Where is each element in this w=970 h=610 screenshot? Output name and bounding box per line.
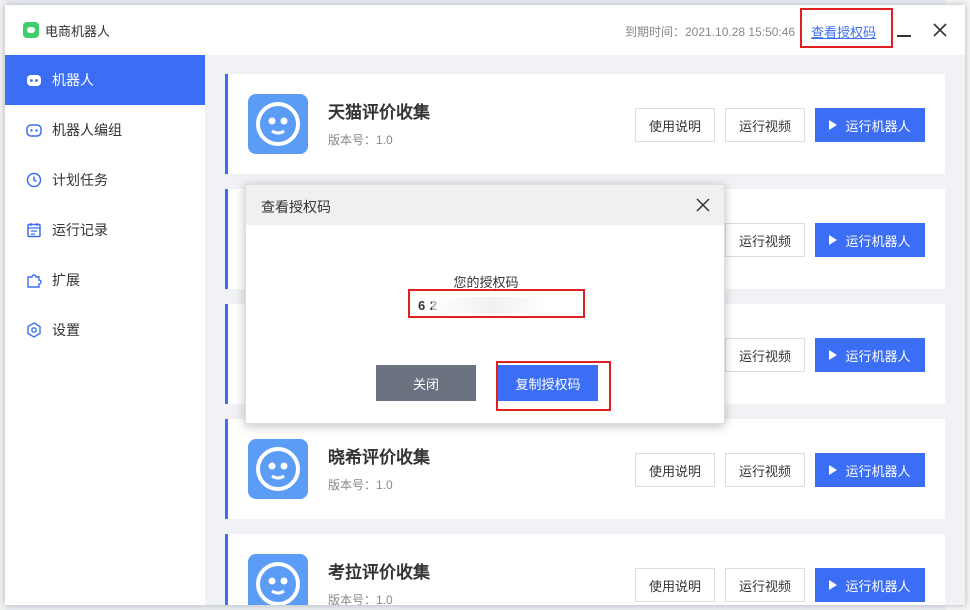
minimize-icon[interactable] [893,19,915,41]
expire-time: 到期时间：2021.10.28 15:50:46 [625,25,796,39]
robot-logo-icon [248,439,308,499]
run-robot-label: 运行机器人 [845,233,911,249]
sidebar-item-robot-group[interactable]: 机器人编组 [5,105,205,155]
robot-card: 晓希评价收集 版本号：1.0 使用说明 运行视频 运行机器人 [225,419,945,519]
app-logo-icon [23,22,39,38]
sidebar-item-label: 扩展 [52,272,80,288]
robot-icon [25,71,43,89]
video-button[interactable]: 运行视频 [725,338,805,372]
play-icon [829,120,838,130]
sidebar: 机器人 机器人编组 计划任务 运行记录 扩展 设置 [5,55,205,605]
close-icon[interactable] [929,19,951,41]
sidebar-item-run-log[interactable]: 运行记录 [5,205,205,255]
robot-version: 版本号：1.0 [328,593,393,605]
run-robot-label: 运行机器人 [845,463,911,479]
clock-icon [25,171,43,189]
guide-button[interactable]: 使用说明 [635,453,715,487]
sidebar-item-robot[interactable]: 机器人 [5,55,205,105]
guide-button[interactable]: 使用说明 [635,568,715,602]
auth-code-dialog: 查看授权码 您的授权码 6 2 关闭 复制授权码 [245,184,725,424]
play-icon [829,350,838,360]
highlight-box-copy-button [496,361,611,411]
run-robot-label: 运行机器人 [845,118,911,134]
title-bar: 电商机器人 到期时间：2021.10.28 15:50:46 查看授权码 [5,5,965,55]
run-robot-button[interactable]: 运行机器人 [815,108,925,142]
run-robot-label: 运行机器人 [845,348,911,364]
sidebar-item-label: 计划任务 [52,172,108,188]
run-robot-label: 运行机器人 [845,578,911,594]
run-robot-button[interactable]: 运行机器人 [815,338,925,372]
video-button[interactable]: 运行视频 [725,568,805,602]
robot-version: 版本号：1.0 [328,478,393,492]
run-robot-button[interactable]: 运行机器人 [815,223,925,257]
run-robot-button[interactable]: 运行机器人 [815,568,925,602]
robot-logo-icon [248,554,308,605]
highlight-box-auth-code [408,289,585,318]
sidebar-item-label: 机器人 [52,72,94,88]
app-window: 电商机器人 到期时间：2021.10.28 15:50:46 查看授权码 机器人… [5,5,965,605]
play-icon [829,235,838,245]
robot-card: 考拉评价收集 版本号：1.0 使用说明 运行视频 运行机器人 [225,534,945,605]
video-button[interactable]: 运行视频 [725,453,805,487]
video-button[interactable]: 运行视频 [725,223,805,257]
robot-title: 考拉评价收集 [328,563,430,582]
robot-group-icon [25,121,43,139]
app-title: 电商机器人 [45,24,111,39]
highlight-box-auth-link [800,8,893,48]
sidebar-item-label: 运行记录 [52,222,108,238]
gear-icon [25,321,43,339]
puzzle-icon [25,271,43,289]
video-button[interactable]: 运行视频 [725,108,805,142]
sidebar-item-label: 设置 [52,322,80,338]
sidebar-item-extension[interactable]: 扩展 [5,255,205,305]
robot-version: 版本号：1.0 [328,133,393,147]
sidebar-item-settings[interactable]: 设置 [5,305,205,355]
guide-button[interactable]: 使用说明 [635,108,715,142]
robot-title: 天猫评价收集 [328,103,430,122]
dialog-header: 查看授权码 [246,185,724,225]
sidebar-item-schedule[interactable]: 计划任务 [5,155,205,205]
close-dialog-button[interactable]: 关闭 [376,365,476,401]
play-icon [829,465,838,475]
dialog-title: 查看授权码 [261,199,331,215]
robot-card: 天猫评价收集 版本号：1.0 使用说明 运行视频 运行机器人 [225,74,945,174]
robot-title: 晓希评价收集 [328,448,430,467]
dialog-close-icon[interactable] [694,196,712,214]
calendar-icon [25,221,43,239]
sidebar-item-label: 机器人编组 [52,122,122,138]
play-icon [829,580,838,590]
run-robot-button[interactable]: 运行机器人 [815,453,925,487]
robot-logo-icon [248,94,308,154]
